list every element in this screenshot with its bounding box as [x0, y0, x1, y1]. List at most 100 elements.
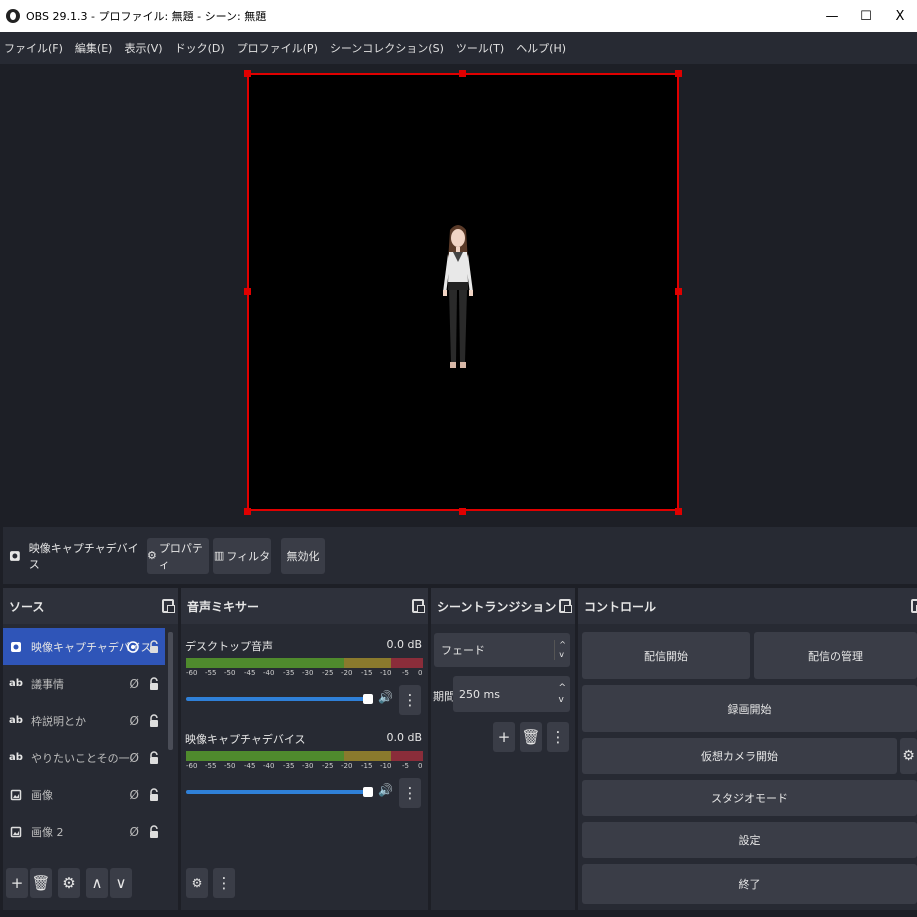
virtual-camera-settings-button[interactable]: ⚙: [900, 738, 917, 774]
menu-view[interactable]: 表示(V): [124, 40, 162, 56]
menu-help[interactable]: ヘルプ(H): [516, 40, 566, 56]
resize-handle-tr[interactable]: [675, 70, 682, 77]
resize-handle-tl[interactable]: [244, 70, 251, 77]
hidden-eye-icon[interactable]: Ø: [130, 714, 139, 728]
avatar-character: [443, 225, 473, 368]
studio-mode-button[interactable]: スタジオモード: [582, 780, 917, 816]
unlock-icon[interactable]: [149, 713, 159, 728]
current-source: 映像キャプチャデバイス: [9, 540, 147, 572]
tick-label: -20: [341, 762, 353, 770]
disable-button[interactable]: 無効化: [281, 537, 325, 574]
hidden-eye-icon[interactable]: Ø: [130, 751, 139, 765]
tick-label: -10: [380, 762, 392, 770]
minimize-button[interactable]: —: [815, 0, 849, 32]
text-icon: ab: [9, 715, 23, 726]
manage-stream-button[interactable]: 配信の管理: [754, 632, 917, 679]
gear-icon: ⚙: [147, 549, 157, 562]
tick-label: -35: [283, 669, 295, 677]
menu-file[interactable]: ファイル(F): [4, 40, 63, 56]
undock-icon[interactable]: [412, 599, 425, 613]
unlock-icon[interactable]: [149, 639, 159, 654]
remove-source-button[interactable]: 🗑: [30, 868, 52, 898]
resize-handle-tc[interactable]: [459, 70, 466, 77]
advanced-audio-button[interactable]: ⚙: [186, 868, 208, 898]
unlock-icon[interactable]: [149, 676, 159, 691]
speaker-icon[interactable]: 🔊: [378, 783, 393, 797]
tick-label: -30: [302, 762, 314, 770]
unlock-icon[interactable]: [149, 787, 159, 802]
volume-slider-handle[interactable]: [363, 787, 373, 797]
source-item-text-1[interactable]: ab 議事情 Ø: [3, 665, 165, 702]
source-item-image-2[interactable]: 画像 2 Ø: [3, 813, 165, 850]
source-item-text-2[interactable]: ab 枠説明とか Ø: [3, 702, 165, 739]
transition-select[interactable]: フェード ^ v: [434, 633, 570, 667]
tick-label: -20: [341, 669, 353, 677]
unlock-icon[interactable]: [149, 824, 159, 839]
start-recording-button[interactable]: 録画開始: [582, 685, 917, 732]
remove-transition-button[interactable]: 🗑: [520, 722, 542, 752]
volume-slider[interactable]: [186, 697, 372, 701]
tick-label: -40: [263, 762, 275, 770]
menu-scene-collection[interactable]: シーンコレクション(S): [330, 40, 444, 56]
undock-icon[interactable]: [911, 599, 917, 613]
add-source-button[interactable]: +: [6, 868, 28, 898]
tick-label: -25: [322, 762, 334, 770]
source-item-text-3[interactable]: ab やりたいことその一 Ø: [3, 739, 165, 776]
tick-label: -25: [322, 669, 334, 677]
properties-label: プロパティ: [158, 541, 203, 571]
menu-tools[interactable]: ツール(T): [456, 40, 504, 56]
source-label: 議事情: [31, 677, 64, 691]
channel-menu-button[interactable]: ⋮: [399, 685, 421, 715]
sources-scrollbar[interactable]: [168, 632, 173, 750]
menu-edit[interactable]: 編集(E): [75, 40, 113, 56]
tick-label: -60: [186, 762, 198, 770]
duration-label: 期間: [433, 690, 455, 703]
source-label: 画像 2: [31, 825, 64, 839]
filters-button[interactable]: ▥ フィルタ: [213, 537, 271, 574]
hidden-eye-icon[interactable]: Ø: [130, 788, 139, 802]
spin-arrows-icon: ^ v: [558, 683, 566, 705]
move-up-button[interactable]: ∧: [86, 868, 108, 898]
hidden-eye-icon[interactable]: Ø: [130, 825, 139, 839]
hidden-eye-icon[interactable]: Ø: [130, 677, 139, 691]
volume-slider[interactable]: [186, 790, 372, 794]
source-properties-button[interactable]: ⚙: [58, 868, 80, 898]
resize-handle-br[interactable]: [675, 508, 682, 515]
volume-slider-handle[interactable]: [363, 694, 373, 704]
transitions-title: シーントランジション: [437, 599, 557, 614]
duration-spinbox[interactable]: 250 ms ^ v: [453, 676, 570, 712]
properties-button[interactable]: ⚙ プロパティ: [147, 537, 209, 574]
resize-handle-bl[interactable]: [244, 508, 251, 515]
resize-handle-ml[interactable]: [244, 288, 251, 295]
sources-title: ソース: [9, 599, 45, 614]
menu-profile[interactable]: プロファイル(P): [237, 40, 318, 56]
move-down-button[interactable]: ∨: [110, 868, 132, 898]
maximize-button[interactable]: ☐: [849, 0, 883, 32]
camera-icon: [11, 641, 21, 652]
close-button[interactable]: X: [883, 0, 917, 32]
menu-dock[interactable]: ドック(D): [175, 40, 225, 56]
controls-title: コントロール: [584, 599, 657, 614]
resize-handle-bc[interactable]: [459, 508, 466, 515]
source-item-image-1[interactable]: 画像 Ø: [3, 776, 165, 813]
start-virtual-camera-button[interactable]: 仮想カメラ開始: [582, 738, 897, 774]
mixer-menu-button[interactable]: ⋮: [213, 868, 235, 898]
transition-menu-button[interactable]: ⋮: [547, 722, 569, 752]
exit-button[interactable]: 終了: [582, 864, 917, 904]
undock-icon[interactable]: [559, 599, 572, 613]
source-item-video-capture[interactable]: 映像キャプチャデバイス: [3, 628, 165, 665]
visibility-eye-icon[interactable]: [127, 640, 139, 653]
tick-label: -55: [205, 669, 217, 677]
tick-label: -50: [224, 762, 236, 770]
channel-menu-button[interactable]: ⋮: [399, 778, 421, 808]
undock-icon[interactable]: [162, 599, 175, 613]
image-icon: [10, 826, 22, 837]
resize-handle-mr[interactable]: [675, 288, 682, 295]
unlock-icon[interactable]: [149, 750, 159, 765]
start-streaming-button[interactable]: 配信開始: [582, 632, 750, 679]
current-source-label: 映像キャプチャデバイス: [28, 541, 139, 571]
speaker-icon[interactable]: 🔊: [378, 690, 393, 704]
add-transition-button[interactable]: +: [493, 722, 515, 752]
settings-button[interactable]: 設定: [582, 822, 917, 858]
tick-label: -15: [361, 669, 373, 677]
